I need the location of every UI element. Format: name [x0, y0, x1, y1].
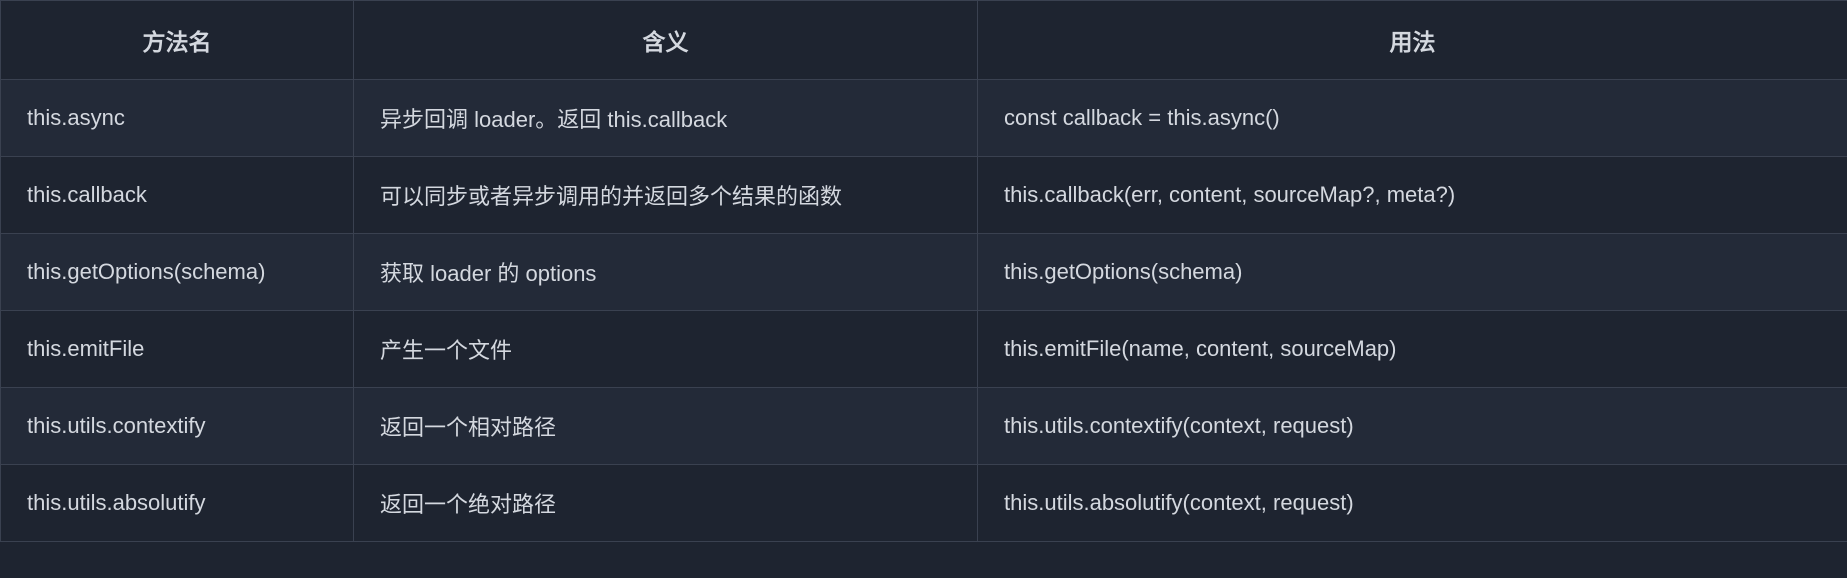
cell-method: this.utils.contextify: [1, 388, 354, 465]
cell-usage: this.utils.absolutify(context, request): [978, 465, 1847, 542]
cell-method: this.async: [1, 80, 354, 157]
cell-usage: this.utils.contextify(context, request): [978, 388, 1847, 465]
cell-meaning: 产生一个文件: [354, 311, 978, 388]
cell-meaning: 可以同步或者异步调用的并返回多个结果的函数: [354, 157, 978, 234]
cell-usage: this.callback(err, content, sourceMap?, …: [978, 157, 1847, 234]
cell-meaning: 返回一个相对路径: [354, 388, 978, 465]
col-header-meaning: 含义: [354, 1, 978, 80]
table-row: this.utils.absolutify 返回一个绝对路径 this.util…: [1, 465, 1847, 542]
cell-method: this.utils.absolutify: [1, 465, 354, 542]
col-header-usage: 用法: [978, 1, 1847, 80]
table-row: this.emitFile 产生一个文件 this.emitFile(name,…: [1, 311, 1847, 388]
loader-api-table: 方法名 含义 用法 this.async 异步回调 loader。返回 this…: [0, 0, 1847, 542]
cell-meaning: 获取 loader 的 options: [354, 234, 978, 311]
cell-usage: this.emitFile(name, content, sourceMap): [978, 311, 1847, 388]
cell-usage: this.getOptions(schema): [978, 234, 1847, 311]
cell-meaning: 异步回调 loader。返回 this.callback: [354, 80, 978, 157]
table-row: this.callback 可以同步或者异步调用的并返回多个结果的函数 this…: [1, 157, 1847, 234]
table-row: this.async 异步回调 loader。返回 this.callback …: [1, 80, 1847, 157]
table-header-row: 方法名 含义 用法: [1, 1, 1847, 80]
cell-usage: const callback = this.async(): [978, 80, 1847, 157]
cell-meaning: 返回一个绝对路径: [354, 465, 978, 542]
col-header-method: 方法名: [1, 1, 354, 80]
table-row: this.getOptions(schema) 获取 loader 的 opti…: [1, 234, 1847, 311]
cell-method: this.callback: [1, 157, 354, 234]
cell-method: this.emitFile: [1, 311, 354, 388]
cell-method: this.getOptions(schema): [1, 234, 354, 311]
table-row: this.utils.contextify 返回一个相对路径 this.util…: [1, 388, 1847, 465]
